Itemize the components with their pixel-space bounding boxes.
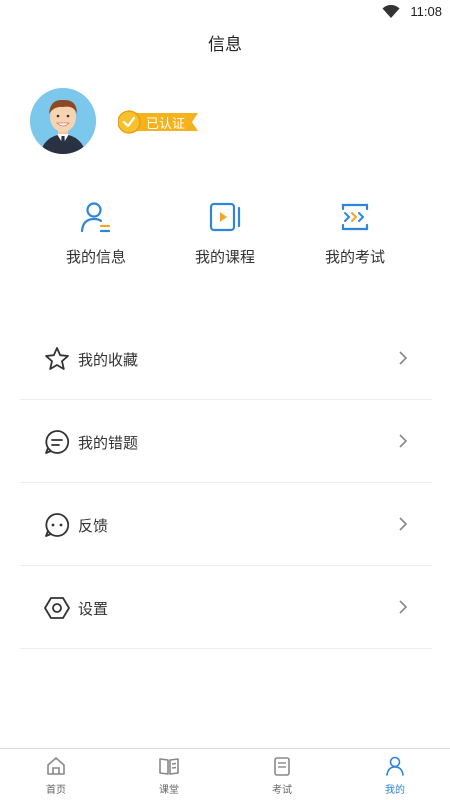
exam-icon [341,203,369,231]
my-info-button[interactable]: 我的信息 [46,200,146,267]
chevron-right-icon [399,600,408,614]
menu-item-feedback[interactable]: 反馈 [20,484,432,566]
my-courses-label: 我的课程 [194,249,255,266]
bottom-tab-bar: 首页 课堂 考试 我的 [0,748,450,800]
tab-home-label: 首页 [46,785,66,796]
status-bar: 11:08 [0,0,450,24]
tab-classroom-label: 课堂 [159,785,179,796]
chevron-right-icon [399,434,408,448]
menu-item-mistakes[interactable]: 我的错题 [20,401,432,483]
home-icon [47,757,65,775]
menu-label-feedback: 反馈 [78,518,109,535]
tab-profile-label: 我的 [385,785,405,796]
verified-badge-label: 已认证 [146,116,186,131]
my-courses-button[interactable]: 我的课程 [175,200,275,267]
menu-label-mistakes: 我的错题 [78,435,139,452]
menu-item-settings[interactable]: 设置 [20,567,432,649]
chevron-right-icon [399,517,408,531]
chat-bubble-icon [45,430,70,454]
exam-tab-icon [274,757,290,776]
feedback-icon [45,513,70,537]
avatar-icon[interactable] [30,88,96,154]
my-info-label: 我的信息 [65,249,126,266]
hexagon-settings-icon [44,597,70,619]
course-video-icon [209,202,241,232]
my-exams-button[interactable]: 我的考试 [305,200,405,267]
menu-item-favorites[interactable]: 我的收藏 [20,318,432,400]
profile-tab-icon [386,756,404,776]
tab-exam[interactable]: 考试 [252,755,312,796]
menu-label-settings: 设置 [78,601,109,618]
wifi-icon [382,5,400,18]
tab-home[interactable]: 首页 [26,755,86,796]
my-exams-label: 我的考试 [324,249,385,266]
tab-classroom[interactable]: 课堂 [139,755,199,796]
tab-profile[interactable]: 我的 [365,755,425,796]
book-icon [159,758,179,775]
status-time: 11:08 [410,4,442,19]
user-info-icon [80,202,111,233]
chevron-right-icon [399,351,408,365]
tab-exam-label: 考试 [272,785,292,796]
menu-label-favorites: 我的收藏 [78,352,139,369]
page-title: 信息 [208,35,242,54]
star-icon [45,347,69,370]
